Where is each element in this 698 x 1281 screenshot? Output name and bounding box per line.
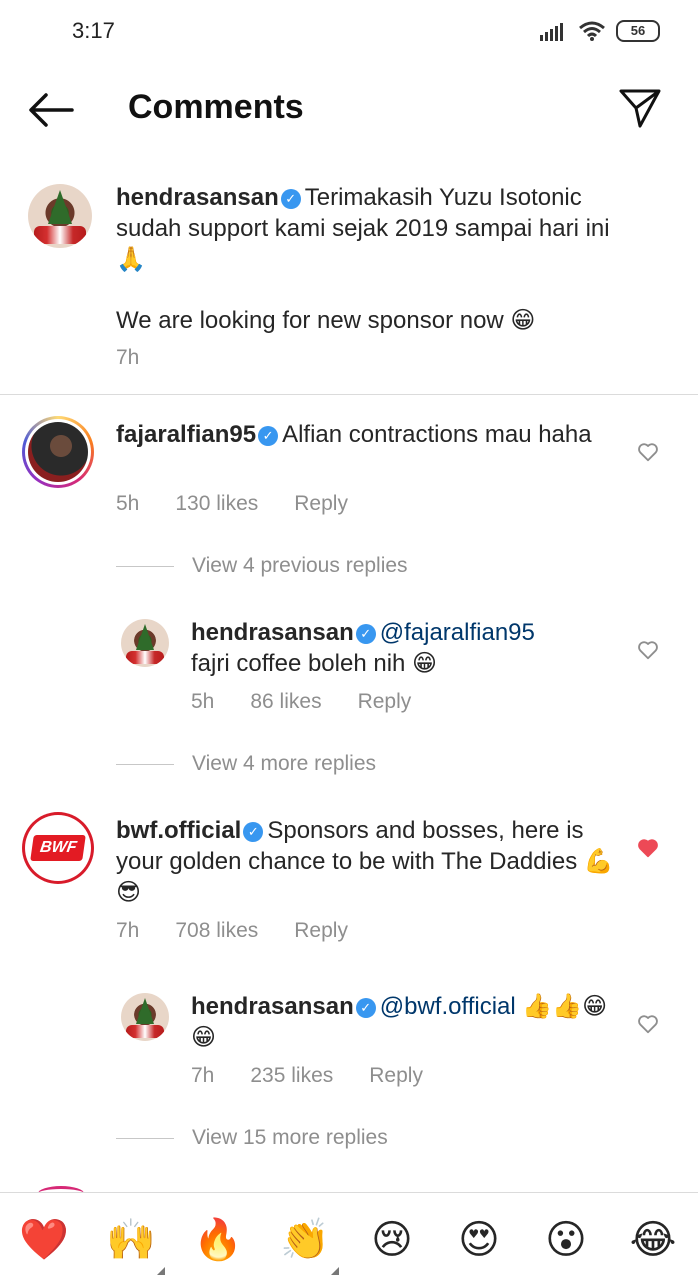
verified-badge-icon: ✓ xyxy=(280,189,301,209)
view-more-replies-button[interactable]: View 4 more replies xyxy=(116,752,376,776)
verified-badge-icon: ✓ xyxy=(243,822,264,842)
status-time: 3:17 xyxy=(72,18,115,43)
replies-divider-line xyxy=(116,763,174,765)
caption-username[interactable]: hendrasansan xyxy=(116,184,279,211)
view-previous-replies-button[interactable]: View 4 previous replies xyxy=(116,554,408,578)
emoji-quick-reply-bar: ❤️ 🙌 🔥 👏 😢 😍 😮 😂 xyxy=(0,1192,698,1281)
replies-divider-line xyxy=(116,1137,174,1139)
caption-text: hendrasansan ✓ Terimakasih Yuzu Isotonic s… xyxy=(116,182,646,336)
comment-time: 5h xyxy=(116,492,140,515)
heart-icon[interactable] xyxy=(637,1013,659,1035)
bwf-logo: BWF xyxy=(29,835,87,861)
status-icons: 56 xyxy=(540,20,660,42)
avatar[interactable]: BWF xyxy=(22,812,94,884)
comment-meta: 5h 130 likes Reply xyxy=(116,492,348,516)
caption-meta: 7h xyxy=(116,346,139,370)
emoji-clap-glyph: 👏 xyxy=(280,1217,330,1263)
caption-time: 7h xyxy=(116,346,140,369)
verified-badge-icon: ✓ xyxy=(355,998,376,1018)
skin-tone-indicator-icon xyxy=(331,1267,339,1275)
status-bar: 3:17 56 xyxy=(0,0,698,60)
reply-time: 5h xyxy=(191,690,215,713)
reply-mention[interactable]: @fajaralfian95 xyxy=(380,619,535,646)
divider xyxy=(0,394,698,395)
caption-body-2: We are looking for new sponsor now 😁 xyxy=(116,307,536,334)
back-arrow-icon[interactable] xyxy=(26,90,76,130)
reply-button[interactable]: Reply xyxy=(294,919,348,943)
emoji-laughing-button[interactable]: 😂 xyxy=(627,1215,679,1265)
comment-body: Alfian contractions mau haha xyxy=(282,421,592,448)
emoji-clap-button[interactable]: 👏 xyxy=(279,1215,339,1275)
comment-likes[interactable]: 708 likes xyxy=(175,919,258,943)
replies-divider-line xyxy=(116,565,174,567)
heart-icon[interactable] xyxy=(637,441,659,463)
view-more-replies-button[interactable]: View 15 more replies xyxy=(116,1126,388,1150)
view-more-replies-label: View 4 more replies xyxy=(192,752,377,775)
reply-meta: 7h 235 likes Reply xyxy=(191,1064,423,1088)
signal-icon xyxy=(540,23,563,41)
reply-time: 7h xyxy=(191,1064,215,1087)
emoji-crying-button[interactable]: 😢 xyxy=(366,1215,418,1265)
comment-text: fajaralfian95 ✓ Alfian contractions mau ha… xyxy=(116,419,606,450)
view-more-replies-label: View 15 more replies xyxy=(192,1126,388,1149)
reply-button[interactable]: Reply xyxy=(369,1064,423,1088)
send-icon[interactable] xyxy=(618,86,662,130)
reply-likes[interactable]: 86 likes xyxy=(250,690,321,714)
comment-username[interactable]: bwf.official xyxy=(116,817,241,844)
avatar[interactable] xyxy=(121,619,169,667)
avatar[interactable] xyxy=(121,993,169,1041)
reply-button[interactable]: Reply xyxy=(294,492,348,516)
emoji-surprised-button[interactable]: 😮 xyxy=(540,1215,592,1265)
avatar[interactable] xyxy=(28,184,92,248)
comment-likes[interactable]: 130 likes xyxy=(175,492,258,516)
emoji-heart-button[interactable]: ❤️ xyxy=(18,1215,70,1265)
comment-username[interactable]: fajaralfian95 xyxy=(116,421,256,448)
heart-icon[interactable] xyxy=(637,639,659,661)
reply-button[interactable]: Reply xyxy=(358,690,412,714)
comment-meta: 7h 708 likes Reply xyxy=(116,919,348,943)
verified-badge-icon: ✓ xyxy=(258,426,279,446)
emoji-heart-eyes-button[interactable]: 😍 xyxy=(453,1215,505,1265)
reply-username[interactable]: hendrasansan xyxy=(191,993,354,1020)
wifi-icon xyxy=(579,21,605,41)
reply-likes[interactable]: 235 likes xyxy=(250,1064,333,1088)
header: Comments xyxy=(0,62,698,158)
reply-text: hendrasansan ✓ @bwf.official 👍👍😁😁 xyxy=(191,991,611,1053)
emoji-raised-hands-button[interactable]: 🙌 xyxy=(105,1215,165,1275)
skin-tone-indicator-icon xyxy=(157,1267,165,1275)
reply-text: hendrasansan ✓ @fajaralfian95 fajri coffee… xyxy=(191,617,611,679)
reply-meta: 5h 86 likes Reply xyxy=(191,690,411,714)
reply-body: fajri coffee boleh nih 😁 xyxy=(191,650,438,677)
battery-indicator: 56 xyxy=(616,20,660,42)
avatar[interactable] xyxy=(22,416,94,488)
emoji-raised-hands-glyph: 🙌 xyxy=(106,1217,156,1263)
verified-badge-icon: ✓ xyxy=(355,624,376,644)
page-title: Comments xyxy=(128,88,304,126)
comment-time: 7h xyxy=(116,919,140,942)
heart-liked-icon[interactable] xyxy=(637,837,659,859)
view-previous-replies-label: View 4 previous replies xyxy=(192,554,408,577)
reply-username[interactable]: hendrasansan xyxy=(191,619,354,646)
comment-text: bwf.official ✓ Sponsors and bosses, here i… xyxy=(116,815,616,908)
emoji-fire-button[interactable]: 🔥 xyxy=(192,1215,244,1265)
reply-mention[interactable]: @bwf.official xyxy=(380,993,516,1020)
